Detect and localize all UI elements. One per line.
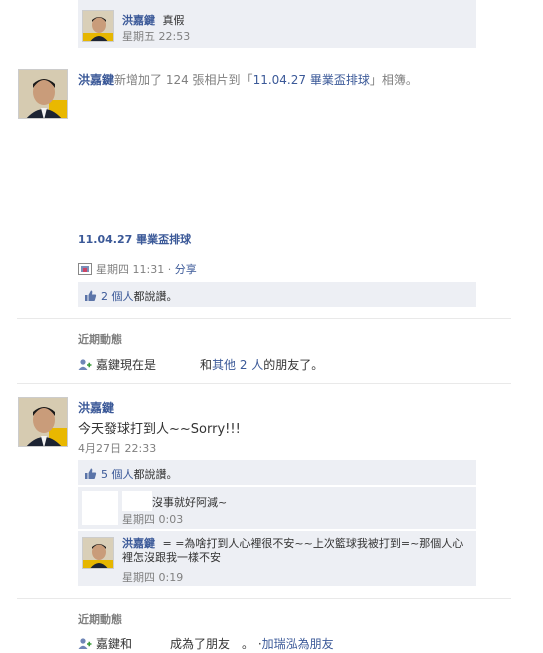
share-link[interactable]: 分享 (175, 263, 197, 276)
likes-count-link[interactable]: 5 個人 (101, 468, 134, 481)
avatar[interactable] (82, 10, 114, 42)
comment-text: 沒事就好阿減~ (152, 496, 228, 509)
album-time[interactable]: 星期四 11:31 (96, 263, 164, 276)
comment-text: = =為啥打到人心裡很不安~~上次籃球我被打到=~那個人心裡怎沒跟我一樣不安 (122, 537, 464, 564)
divider (17, 383, 511, 384)
friends-icon (78, 358, 92, 371)
story-author[interactable]: 洪嘉鍵 (78, 73, 114, 87)
album-meta: 星期四 11:31 · 分享 (78, 261, 197, 277)
photo-icon (78, 263, 92, 275)
avatar[interactable] (18, 69, 68, 119)
comment-time[interactable]: 星期五 22:53 (122, 28, 190, 44)
status-time[interactable]: 4月27日 22:33 (78, 440, 156, 456)
friend-activity: 嘉鍵和 成為了朋友。 ·加瑞泓為朋友 (78, 635, 334, 652)
divider (17, 598, 511, 599)
recent-activity-title: 近期動態 (78, 333, 122, 346)
add-friend-link[interactable]: 加瑞泓為朋友 (262, 637, 334, 651)
status-text: 今天發球打到人~~Sorry!!! (78, 422, 241, 437)
album-title[interactable]: 11.04.27 畢業盃排球 (78, 231, 191, 247)
hidden-author[interactable] (122, 491, 152, 511)
likes-count-link[interactable]: 2 個人 (101, 290, 134, 303)
thumbs-up-icon (84, 467, 97, 480)
comment-time[interactable]: 星期四 0:19 (122, 569, 183, 585)
friend-activity: 嘉鍵現在是 和其他 2 人的朋友了。 (78, 356, 323, 373)
comment-text: 真假 (162, 14, 185, 27)
divider (17, 318, 511, 319)
comment: 洪嘉鍵 = =為啥打到人心裡很不安~~上次籃球我被打到=~那個人心裡怎沒跟我一樣… (78, 531, 476, 586)
like-bar: 2 個人都說讚。 (78, 282, 476, 307)
avatar[interactable] (82, 491, 118, 525)
friends-icon (78, 637, 92, 650)
like-bar: 5 個人都說讚。 (78, 460, 476, 485)
comment-author[interactable]: 洪嘉鍵 (122, 14, 155, 27)
album-link[interactable]: 11.04.27 畢業盃排球 (253, 73, 370, 87)
story-author[interactable]: 洪嘉鍵 (78, 399, 114, 416)
comment-time[interactable]: 星期四 0:03 (122, 511, 183, 527)
comment-author[interactable]: 洪嘉鍵 (122, 537, 155, 550)
thumbs-up-icon (84, 289, 97, 302)
other-friends-link[interactable]: 其他 2 人 (212, 358, 263, 372)
album-story-header: 洪嘉鍵新增加了 124 張相片到「11.04.27 畢業盃排球」相簿。 (78, 73, 418, 87)
recent-activity-title: 近期動態 (78, 613, 122, 626)
avatar[interactable] (82, 537, 114, 569)
comment: 沒事就好阿減~ 星期四 0:03 (78, 487, 476, 529)
top-comment: 洪嘉鍵 真假 星期五 22:53 (78, 0, 476, 48)
avatar[interactable] (18, 397, 68, 447)
